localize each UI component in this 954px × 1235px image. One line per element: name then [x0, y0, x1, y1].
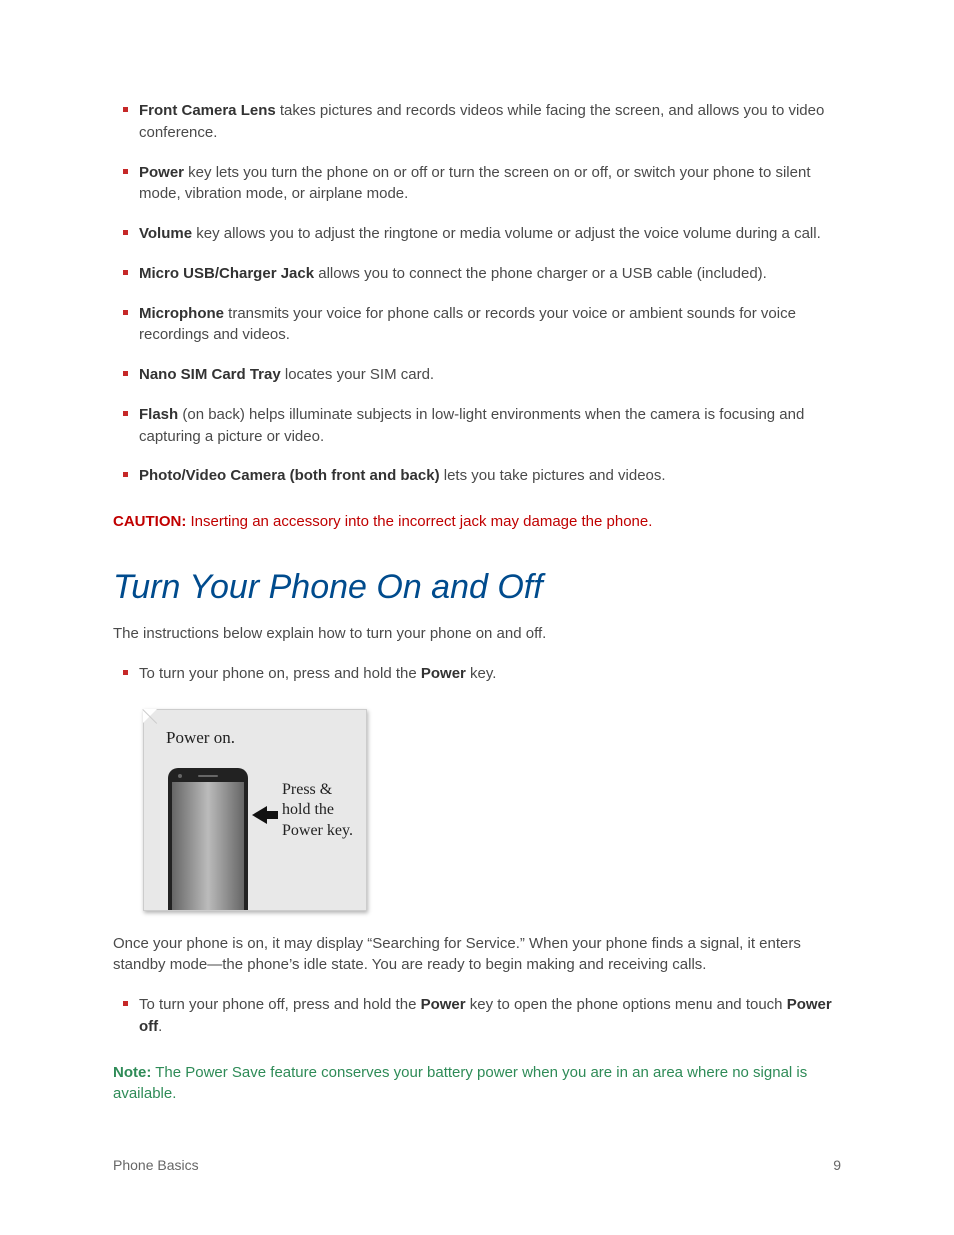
feature-name: Nano SIM Card Tray — [139, 366, 281, 383]
feature-name: Front Camera Lens — [139, 102, 276, 119]
phone-illustration — [168, 768, 248, 910]
list-item: Microphone transmits your voice for phon… — [113, 303, 841, 347]
list-item: Volume key allows you to adjust the ring… — [113, 223, 841, 245]
list-item: Nano SIM Card Tray locates your SIM card… — [113, 364, 841, 386]
steps-list: To turn your phone on, press and hold th… — [113, 663, 841, 685]
feature-desc: allows you to connect the phone charger … — [314, 265, 767, 282]
feature-desc: locates your SIM card. — [281, 366, 434, 383]
phone-screen — [172, 782, 244, 910]
feature-name: Micro USB/Charger Jack — [139, 265, 314, 282]
feature-desc: key allows you to adjust the ringtone or… — [192, 225, 821, 242]
feature-desc: (on back) helps illuminate subjects in l… — [139, 406, 804, 445]
feature-name: Microphone — [139, 305, 224, 322]
document-page: Front Camera Lens takes pictures and rec… — [0, 0, 954, 1235]
feature-name: Flash — [139, 406, 178, 423]
list-item: Photo/Video Camera (both front and back)… — [113, 465, 841, 487]
caution-text: Inserting an accessory into the incorrec… — [186, 513, 652, 530]
list-item: Flash (on back) helps illuminate subject… — [113, 404, 841, 448]
step-text: key. — [466, 665, 497, 682]
step-text: To turn your phone on, press and hold th… — [139, 665, 421, 682]
step-text: To turn your phone off, press and hold t… — [139, 996, 421, 1013]
intro-paragraph: The instructions below explain how to tu… — [113, 623, 841, 645]
feature-name: Volume — [139, 225, 192, 242]
feature-name: Power — [139, 164, 184, 181]
step-text: key to open the phone options menu and t… — [466, 996, 787, 1013]
caution-notice: CAUTION: Inserting an accessory into the… — [113, 511, 841, 532]
footer-section-name: Phone Basics — [113, 1157, 199, 1173]
list-item: Micro USB/Charger Jack allows you to con… — [113, 263, 841, 285]
feature-desc: key lets you turn the phone on or off or… — [139, 164, 811, 203]
section-heading: Turn Your Phone On and Off — [113, 568, 841, 607]
list-item: Power key lets you turn the phone on or … — [113, 162, 841, 206]
power-on-figure: Power on. Press & hold the Power key. — [143, 709, 367, 911]
footer-page-number: 9 — [833, 1157, 841, 1173]
list-item: To turn your phone on, press and hold th… — [113, 663, 841, 685]
step-key: Power — [421, 665, 466, 682]
caution-label: CAUTION: — [113, 513, 186, 530]
note-text: The Power Save feature conserves your ba… — [113, 1064, 807, 1103]
feature-desc: lets you take pictures and videos. — [440, 467, 666, 484]
standby-paragraph: Once your phone is on, it may display “S… — [113, 933, 841, 977]
figure-caption: Press & hold the Power key. — [282, 780, 362, 842]
list-item: To turn your phone off, press and hold t… — [113, 994, 841, 1038]
feature-desc: transmits your voice for phone calls or … — [139, 305, 796, 344]
steps-list: To turn your phone off, press and hold t… — [113, 994, 841, 1038]
feature-name: Photo/Video Camera (both front and back) — [139, 467, 440, 484]
list-item: Front Camera Lens takes pictures and rec… — [113, 100, 841, 144]
note-label: Note: — [113, 1064, 151, 1081]
folded-corner-icon — [143, 709, 157, 723]
page-footer: Phone Basics 9 — [113, 1157, 841, 1173]
note-paragraph: Note: The Power Save feature conserves y… — [113, 1062, 841, 1106]
step-text: . — [158, 1018, 162, 1035]
arrow-left-icon — [252, 806, 267, 824]
figure-title: Power on. — [166, 728, 235, 748]
feature-list: Front Camera Lens takes pictures and rec… — [113, 100, 841, 487]
step-key: Power — [421, 996, 466, 1013]
